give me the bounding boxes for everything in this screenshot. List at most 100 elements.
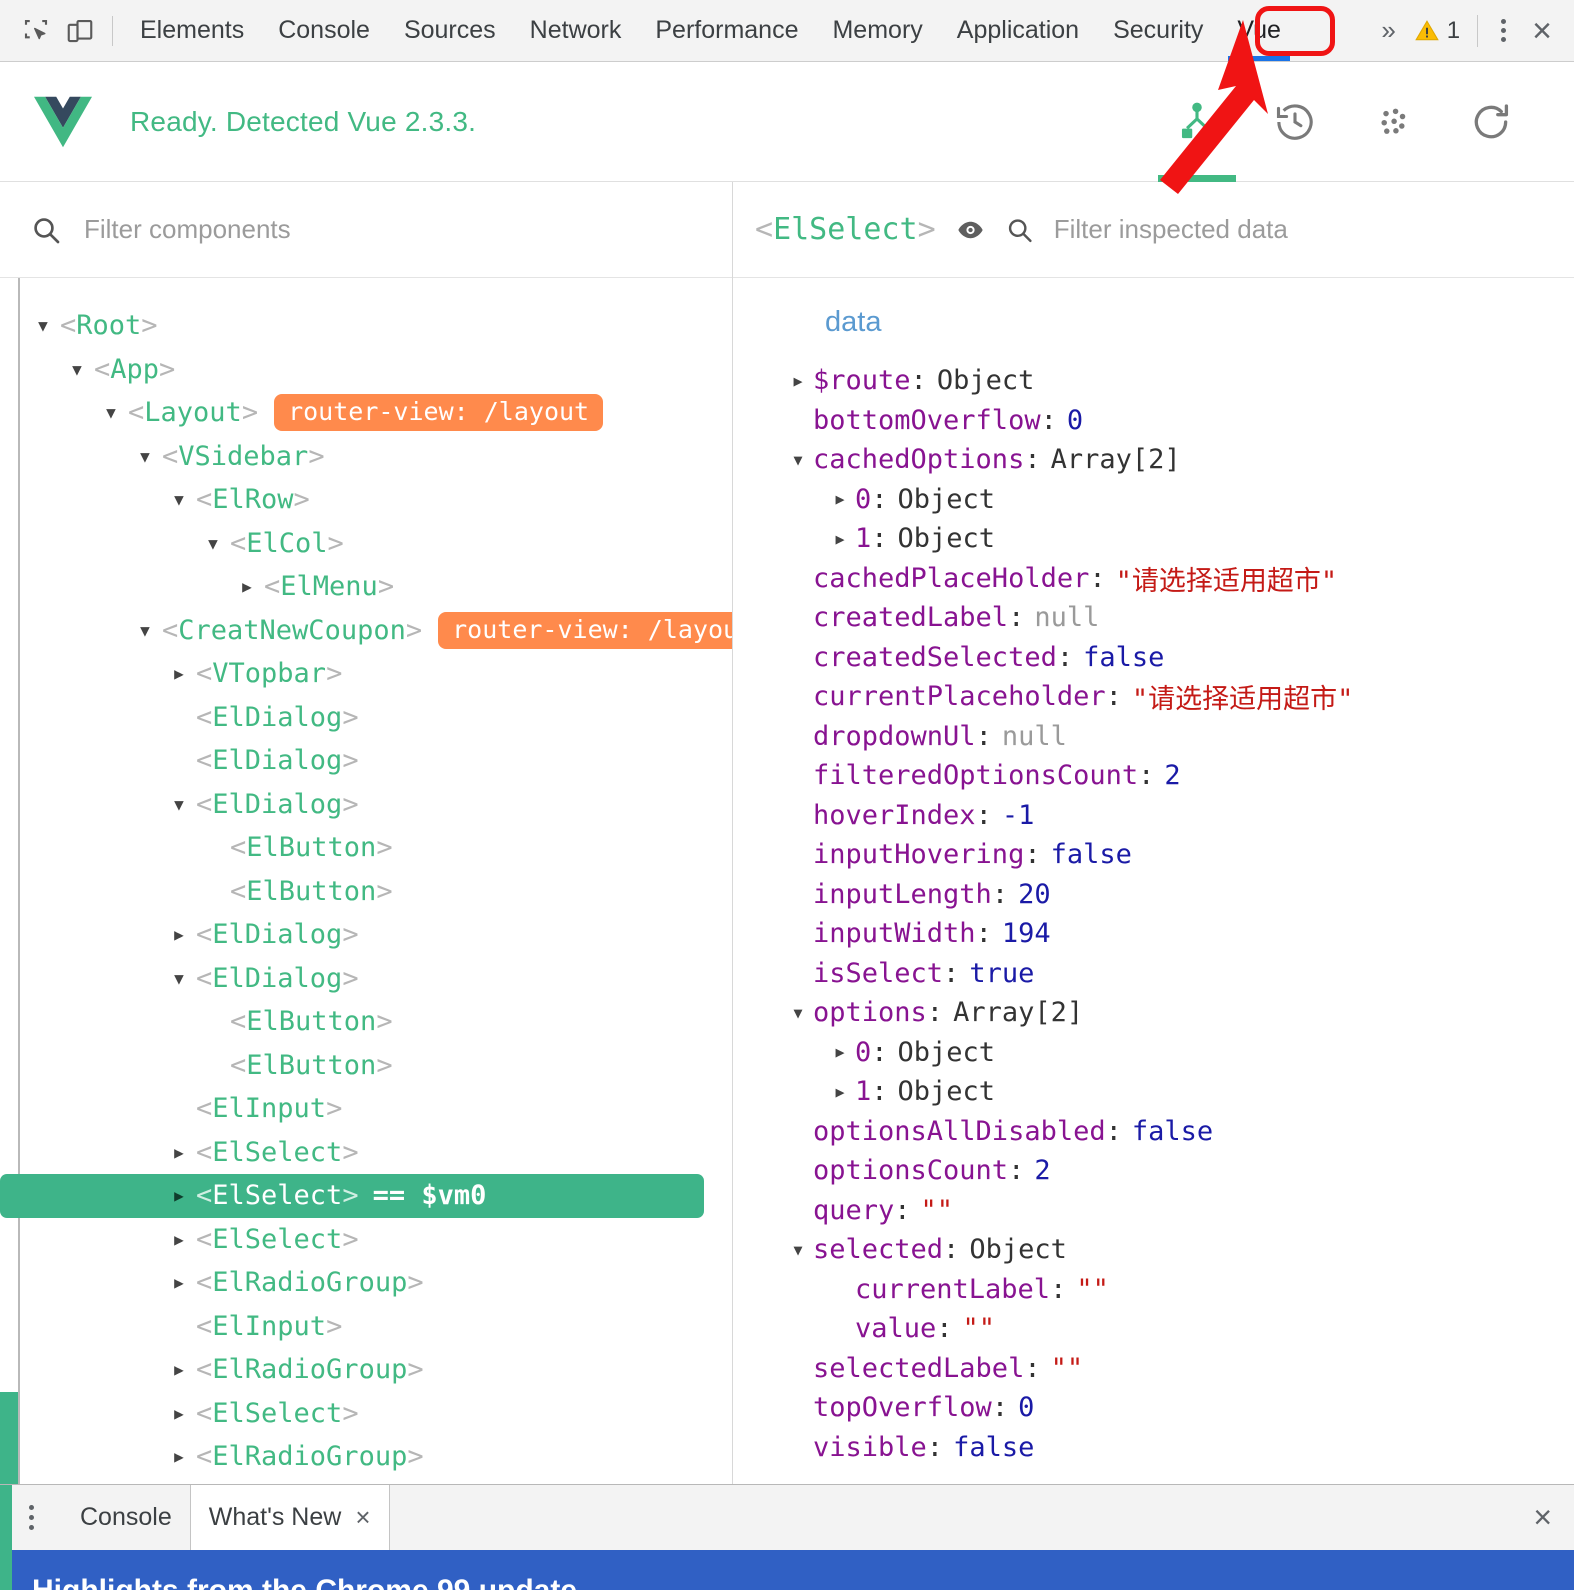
tree-row[interactable]: <ElDialog>: [0, 696, 732, 740]
tab-memory[interactable]: Memory: [815, 0, 939, 61]
tab-application[interactable]: Application: [940, 0, 1096, 61]
chevron-right-icon[interactable]: [783, 372, 813, 390]
refresh-icon[interactable]: [1462, 79, 1520, 165]
drawer-close-icon[interactable]: ×: [1511, 1485, 1574, 1550]
tree-row[interactable]: <ElInput>: [0, 1305, 732, 1349]
chevron-right-icon[interactable]: [166, 664, 192, 683]
data-row[interactable]: value:"": [783, 1309, 1574, 1349]
data-row[interactable]: createdLabel:null: [783, 598, 1574, 638]
tree-row[interactable]: <CreatNewCoupon>router-view: /layout: [0, 609, 732, 653]
chevron-right-icon[interactable]: [825, 490, 855, 508]
tree-row[interactable]: <ElRadioGroup>: [0, 1261, 732, 1305]
tree-row[interactable]: <ElSelect>: [0, 1218, 732, 1262]
tab-console[interactable]: Console: [261, 0, 387, 61]
components-tree-icon[interactable]: [1168, 79, 1226, 165]
tree-row[interactable]: <ElMenu>: [0, 565, 732, 609]
tree-row[interactable]: <ElRadioGroup>: [0, 1348, 732, 1392]
chevron-right-icon[interactable]: [166, 1143, 192, 1162]
data-row[interactable]: 0:Object: [783, 480, 1574, 520]
devtools-settings-menu-icon[interactable]: [1487, 19, 1520, 42]
chevron-down-icon[interactable]: [200, 534, 226, 553]
data-row[interactable]: isSelect:true: [783, 954, 1574, 994]
tree-row[interactable]: <ElInput>: [0, 1087, 732, 1131]
chevron-down-icon[interactable]: [30, 316, 56, 335]
drawer-tab-close-icon[interactable]: ×: [355, 1502, 370, 1533]
data-inspector[interactable]: data $route:ObjectbottomOverflow:0cached…: [733, 278, 1574, 1484]
chevron-down-icon[interactable]: [132, 621, 158, 640]
chevron-right-icon[interactable]: [825, 1043, 855, 1061]
tree-row[interactable]: <ElDialog>: [0, 957, 732, 1001]
close-devtools-icon[interactable]: ×: [1520, 14, 1564, 48]
chevron-down-icon[interactable]: [783, 451, 813, 469]
data-row[interactable]: hoverIndex:-1: [783, 796, 1574, 836]
data-row[interactable]: bottomOverflow:0: [783, 401, 1574, 441]
tree-row[interactable]: <ElSelect>: [0, 1131, 732, 1175]
chevron-right-icon[interactable]: [825, 530, 855, 548]
data-row[interactable]: options:Array[2]: [783, 993, 1574, 1033]
data-row[interactable]: 1:Object: [783, 519, 1574, 559]
tree-row[interactable]: <VSidebar>: [0, 435, 732, 479]
component-tree[interactable]: <Root><App><Layout>router-view: /layout<…: [0, 278, 732, 1484]
chevron-right-icon[interactable]: [234, 577, 260, 596]
data-row[interactable]: topOverflow:0: [783, 1388, 1574, 1428]
data-row[interactable]: $route:Object: [783, 361, 1574, 401]
data-row[interactable]: selectedLabel:"": [783, 1349, 1574, 1389]
tree-row[interactable]: <ElButton>: [0, 1044, 732, 1088]
tree-row[interactable]: <Layout>router-view: /layout: [0, 391, 732, 435]
data-row[interactable]: cachedPlaceHolder:"请选择适用超市": [783, 559, 1574, 599]
data-row[interactable]: inputLength:20: [783, 875, 1574, 915]
chevron-down-icon[interactable]: [64, 360, 90, 379]
tab-network[interactable]: Network: [513, 0, 639, 61]
data-row[interactable]: dropdownUl:null: [783, 717, 1574, 757]
tab-elements[interactable]: Elements: [123, 0, 261, 61]
tree-row[interactable]: <App>: [0, 348, 732, 392]
chevron-right-icon[interactable]: [166, 925, 192, 944]
data-row[interactable]: 0:Object: [783, 1033, 1574, 1073]
data-row[interactable]: createdSelected:false: [783, 638, 1574, 678]
tree-row[interactable]: <Root>: [0, 304, 732, 348]
tab-security[interactable]: Security: [1096, 0, 1220, 61]
tree-row[interactable]: <VTopbar>: [0, 652, 732, 696]
data-row[interactable]: currentLabel:"": [783, 1270, 1574, 1310]
tab-performance[interactable]: Performance: [638, 0, 815, 61]
events-icon[interactable]: [1364, 79, 1422, 165]
chevron-right-icon[interactable]: [166, 1186, 192, 1205]
tab-sources[interactable]: Sources: [387, 0, 513, 61]
chevron-down-icon[interactable]: [783, 1004, 813, 1022]
filter-inspected-data-input[interactable]: [1054, 214, 1574, 245]
inspect-element-icon[interactable]: [14, 9, 58, 53]
drawer-tab-console[interactable]: Console: [62, 1485, 190, 1550]
tree-row[interactable]: <ElButton>: [0, 826, 732, 870]
filter-components-input[interactable]: [84, 214, 575, 245]
chevron-down-icon[interactable]: [783, 1241, 813, 1259]
tree-row[interactable]: <ElRow>: [0, 478, 732, 522]
chevron-down-icon[interactable]: [166, 490, 192, 509]
data-row[interactable]: inputWidth:194: [783, 914, 1574, 954]
chevron-down-icon[interactable]: [166, 969, 192, 988]
tree-row[interactable]: <ElDialog>: [0, 783, 732, 827]
data-row[interactable]: 1:Object: [783, 1072, 1574, 1112]
vuex-history-icon[interactable]: [1266, 79, 1324, 165]
device-toolbar-icon[interactable]: [58, 9, 102, 53]
data-row[interactable]: optionsAllDisabled:false: [783, 1112, 1574, 1152]
tree-row-selected[interactable]: <ElSelect>== $vm0: [0, 1174, 704, 1218]
chevron-down-icon[interactable]: [166, 795, 192, 814]
chevron-down-icon[interactable]: [98, 403, 124, 422]
tree-row[interactable]: <ElDialog>: [0, 739, 732, 783]
chevron-right-icon[interactable]: [825, 1083, 855, 1101]
chevron-right-icon[interactable]: [166, 1404, 192, 1423]
tree-row[interactable]: <ElSelect>: [0, 1392, 732, 1436]
more-tabs-icon[interactable]: »: [1371, 15, 1405, 46]
tree-row[interactable]: <ElButton>: [0, 1000, 732, 1044]
data-row[interactable]: inputHovering:false: [783, 835, 1574, 875]
drawer-tab-whats-new[interactable]: What's New ×: [190, 1485, 390, 1550]
tab-vue[interactable]: Vue: [1220, 0, 1298, 61]
tree-row[interactable]: <ElButton>: [0, 870, 732, 914]
tree-row[interactable]: <ElDialog>: [0, 913, 732, 957]
warning-indicator[interactable]: 1: [1406, 17, 1468, 45]
eye-icon[interactable]: [956, 214, 985, 246]
data-row[interactable]: visible:false: [783, 1428, 1574, 1468]
data-row[interactable]: filteredOptionsCount:2: [783, 756, 1574, 796]
data-row[interactable]: query:"": [783, 1191, 1574, 1231]
chevron-right-icon[interactable]: [166, 1360, 192, 1379]
